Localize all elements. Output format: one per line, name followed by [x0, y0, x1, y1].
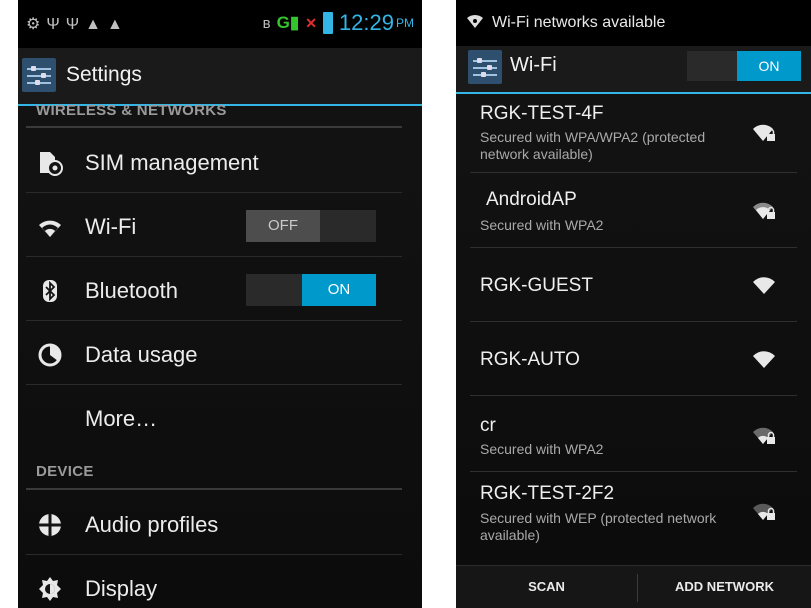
status-bar: ⚙ΨΨ▲▲ ʙ G▮ ✕ 12:29 PM	[18, 0, 422, 48]
wifi-signal-locked-icon	[751, 500, 777, 526]
network-ssid: RGK-TEST-4F	[480, 103, 604, 124]
page-title: Settings	[66, 63, 142, 86]
battery-icon	[322, 12, 333, 34]
bluetooth-toggle[interactable]: ON	[246, 274, 376, 306]
setting-wifi[interactable]: Wi-Fi OFF	[18, 195, 422, 257]
bottom-action-bar: SCAN ADD NETWORK	[456, 565, 811, 608]
setting-label: More…	[85, 406, 158, 431]
network-item[interactable]: cr Secured with WPA2	[456, 396, 811, 472]
network-item[interactable]: RGK-AUTO	[456, 322, 811, 396]
wifi-signal-icon	[751, 274, 777, 300]
wifi-signal-locked-icon	[751, 199, 777, 225]
wifi-signal-locked-icon	[751, 424, 777, 450]
network-ssid: cr	[480, 415, 496, 436]
network-item[interactable]: RGK-GUEST	[456, 248, 811, 322]
toggle-state: ON	[737, 51, 801, 81]
section-divider	[26, 488, 402, 490]
row-divider	[26, 554, 402, 555]
wifi-toggle[interactable]: OFF	[246, 210, 376, 242]
section-header-wireless: WIRELESS & NETWORKS	[36, 102, 227, 119]
setting-label: Display	[85, 576, 158, 601]
settings-app-icon[interactable]	[22, 58, 56, 92]
scan-button[interactable]: SCAN	[456, 566, 637, 608]
network-item[interactable]: RGK-TEST-4F Secured with WPA/WPA2 (prote…	[456, 95, 811, 173]
wifi-signal-locked-icon	[751, 121, 777, 147]
action-bar: Wi-Fi ON	[456, 46, 811, 94]
usb-icon: Ψ	[65, 16, 86, 33]
network-ssid: RGK-GUEST	[480, 275, 593, 296]
clock-ampm: PM	[396, 16, 414, 30]
setting-label: SIM management	[85, 150, 259, 175]
toggle-state: OFF	[246, 210, 320, 242]
row-divider	[26, 320, 402, 321]
setting-label: Data usage	[85, 342, 198, 367]
section-header-device: DEVICE	[36, 463, 94, 480]
network-status: Secured with WEP (protected network avai…	[480, 510, 717, 543]
signal-icon: G▮	[276, 13, 300, 32]
display-icon	[36, 575, 64, 603]
network-status: Secured with WPA2	[480, 441, 604, 457]
setting-data-usage[interactable]: Data usage	[18, 323, 422, 385]
network-status: Secured with WPA/WPA2 (protected network…	[480, 129, 706, 162]
warning-icon: ▲	[106, 16, 129, 33]
wifi-master-toggle[interactable]: ON	[687, 51, 801, 81]
setting-display[interactable]: Display	[18, 557, 422, 608]
action-bar: Settings	[18, 48, 422, 106]
warning-icon: ▲	[85, 16, 107, 33]
audio-profiles-icon	[36, 511, 64, 539]
section-divider	[26, 126, 402, 128]
network-item[interactable]: AndroidAP Secured with WPA2	[456, 173, 811, 248]
wifi-notification-icon	[466, 13, 484, 34]
add-network-button[interactable]: ADD NETWORK	[638, 566, 811, 608]
clock-time: 12:29	[338, 10, 394, 35]
usb-debug-icon: ⚙	[26, 16, 47, 33]
settings-app-icon[interactable]	[468, 50, 502, 84]
network-ssid: RGK-AUTO	[480, 349, 580, 370]
network-status: Secured with WPA2	[480, 217, 604, 233]
sim-management-icon	[36, 149, 64, 177]
row-divider	[26, 192, 402, 193]
setting-bluetooth[interactable]: Bluetooth ON	[18, 259, 422, 321]
row-divider	[26, 384, 402, 385]
row-divider	[26, 256, 402, 257]
setting-sim-management[interactable]: SIM management	[18, 131, 422, 193]
no-sim-icon: ✕	[305, 14, 317, 31]
bluetooth-icon	[36, 277, 64, 305]
wifi-icon	[36, 213, 64, 241]
toggle-state: ON	[302, 274, 376, 306]
setting-label: Bluetooth	[85, 278, 178, 303]
notification-icons: ⚙ΨΨ▲▲	[26, 14, 129, 34]
network-ssid: RGK-TEST-2F2	[480, 483, 615, 504]
setting-label: Audio profiles	[85, 512, 219, 537]
notification-text: Wi-Fi networks available	[492, 14, 666, 31]
wifi-screen: Wi-Fi networks available Wi-Fi ON RGK-TE…	[456, 0, 811, 608]
network-ssid: AndroidAP	[486, 189, 577, 210]
page-title: Wi-Fi	[510, 54, 557, 76]
data-usage-icon	[36, 341, 64, 369]
network-item[interactable]: RGK-TEST-2F2 Secured with WEP (protected…	[456, 472, 811, 557]
settings-screen: ⚙ΨΨ▲▲ ʙ G▮ ✕ 12:29 PM Settings WIRELESS …	[18, 0, 422, 608]
setting-more[interactable]: More…	[18, 387, 422, 449]
bluetooth-status-icon: ʙ	[262, 14, 271, 32]
status-bar: Wi-Fi networks available	[456, 0, 811, 46]
setting-audio-profiles[interactable]: Audio profiles	[18, 493, 422, 555]
setting-label: Wi-Fi	[85, 214, 137, 239]
wifi-signal-icon	[751, 348, 777, 374]
usb-icon: Ψ	[46, 16, 66, 33]
